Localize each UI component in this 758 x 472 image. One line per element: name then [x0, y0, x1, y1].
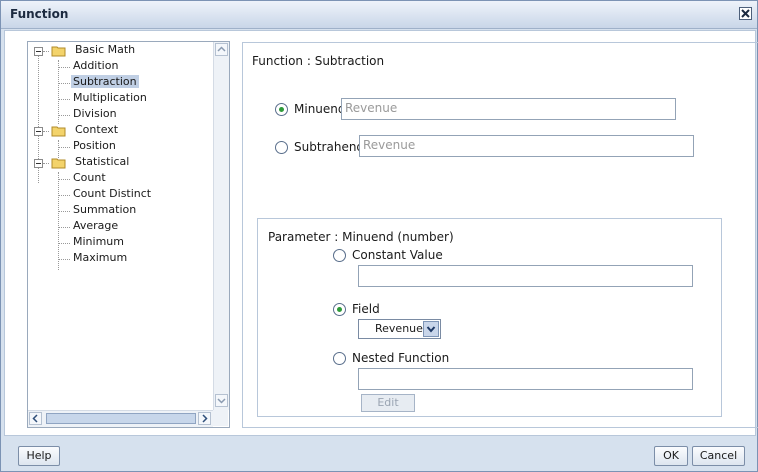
- collapse-basic-math[interactable]: [34, 47, 43, 56]
- scroll-right-icon[interactable]: [198, 412, 211, 425]
- tree-item-maximum[interactable]: Maximum: [71, 251, 129, 264]
- subtrahend-label: Subtrahend: [294, 140, 365, 154]
- title-bar: Function: [1, 1, 757, 29]
- tree-connector: [43, 131, 49, 132]
- tree-item-minimum[interactable]: Minimum: [71, 235, 126, 248]
- tree-connector: [58, 227, 70, 228]
- tree-connector: [58, 140, 59, 158]
- constant-value-input[interactable]: [358, 265, 693, 287]
- tree-connector: [58, 195, 70, 196]
- tree-horizontal-scrollbar[interactable]: [28, 410, 213, 427]
- subtrahend-radio[interactable]: [275, 141, 288, 154]
- field-radio[interactable]: [333, 303, 346, 316]
- cancel-button[interactable]: Cancel: [692, 446, 745, 466]
- minuend-radio[interactable]: [275, 103, 288, 116]
- parameter-heading: Parameter : Minuend (number): [268, 230, 454, 244]
- dialog-body: Basic Math Addition Subtraction Multipli…: [4, 30, 758, 436]
- tree-item-summation[interactable]: Summation: [71, 203, 138, 216]
- scroll-down-icon[interactable]: [215, 394, 228, 407]
- scroll-left-icon[interactable]: [29, 412, 42, 425]
- scroll-up-icon[interactable]: [215, 43, 228, 56]
- tree-item-division[interactable]: Division: [71, 107, 119, 120]
- tree-connector: [58, 115, 70, 116]
- constant-value-label: Constant Value: [352, 248, 443, 262]
- collapse-statistical[interactable]: [34, 159, 43, 168]
- tree-connector: [58, 259, 70, 260]
- tree-connector: [43, 163, 49, 164]
- tree-item-position[interactable]: Position: [71, 139, 118, 152]
- nested-function-input[interactable]: [358, 368, 693, 390]
- collapse-context[interactable]: [34, 127, 43, 136]
- field-select[interactable]: Revenue: [358, 319, 441, 339]
- tree-content: Basic Math Addition Subtraction Multipli…: [28, 42, 213, 410]
- tree-connector: [58, 147, 70, 148]
- tree-connector: [58, 179, 70, 180]
- tree-connector: [58, 243, 70, 244]
- function-dialog: Function Basic Math Addition Subtraction…: [0, 0, 758, 472]
- edit-button[interactable]: Edit: [361, 394, 415, 412]
- folder-open-icon: [51, 126, 66, 137]
- dialog-footer: Help OK Cancel: [1, 437, 757, 471]
- tree-group-context[interactable]: Context: [73, 123, 120, 136]
- tree-item-count[interactable]: Count: [71, 171, 108, 184]
- tree-connector: [43, 51, 49, 52]
- tree-connector: [58, 83, 70, 84]
- field-label: Field: [352, 302, 380, 316]
- scrollbar-thumb[interactable]: [46, 413, 196, 424]
- tree-group-statistical[interactable]: Statistical: [73, 155, 131, 168]
- ok-button[interactable]: OK: [654, 446, 688, 466]
- constant-value-radio[interactable]: [333, 249, 346, 262]
- nested-function-radio[interactable]: [333, 352, 346, 365]
- minuend-field[interactable]: Revenue: [341, 98, 676, 120]
- parameter-group: Parameter : Minuend (number) Constant Va…: [257, 218, 722, 417]
- tree-item-multiplication[interactable]: Multiplication: [71, 91, 149, 104]
- help-button[interactable]: Help: [18, 446, 60, 466]
- tree-connector: [58, 67, 70, 68]
- tree-item-average[interactable]: Average: [71, 219, 120, 232]
- tree-group-basic-math[interactable]: Basic Math: [73, 43, 137, 56]
- tree-item-count-distinct[interactable]: Count Distinct: [71, 187, 153, 200]
- tree-connector: [58, 99, 70, 100]
- subtrahend-field[interactable]: Revenue: [359, 135, 694, 157]
- tree-item-addition[interactable]: Addition: [71, 59, 120, 72]
- function-tree: Basic Math Addition Subtraction Multipli…: [27, 41, 230, 428]
- tree-connector: [58, 211, 70, 212]
- close-icon[interactable]: [739, 7, 752, 20]
- function-heading: Function : Subtraction: [252, 54, 385, 68]
- function-detail-pane: Function : Subtraction Minuend Revenue S…: [242, 42, 758, 428]
- field-select-value: Revenue: [375, 322, 423, 335]
- scrollbar-corner: [213, 410, 228, 426]
- folder-open-icon: [51, 46, 66, 57]
- tree-item-subtraction[interactable]: Subtraction: [71, 75, 139, 88]
- nested-function-label: Nested Function: [352, 351, 450, 365]
- minuend-label: Minuend: [294, 102, 346, 116]
- folder-open-icon: [51, 158, 66, 169]
- tree-connector: [58, 172, 59, 270]
- dialog-title: Function: [10, 7, 69, 21]
- tree-vertical-scrollbar[interactable]: [213, 42, 229, 410]
- chevron-down-icon[interactable]: [423, 321, 439, 337]
